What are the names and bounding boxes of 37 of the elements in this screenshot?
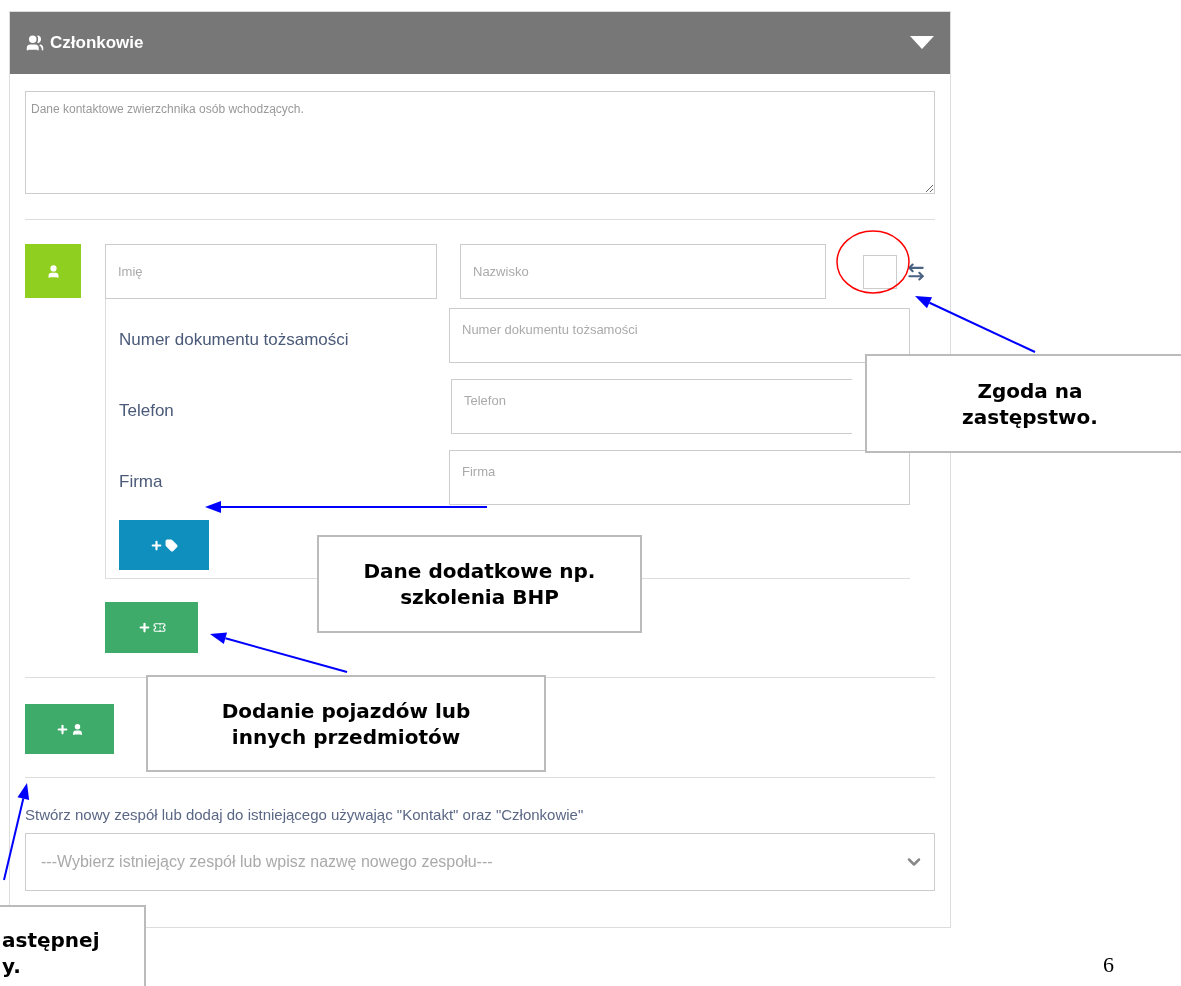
field-label: Telefon — [119, 399, 174, 422]
substitution-checkbox[interactable] — [863, 254, 897, 289]
ticket-icon — [152, 621, 166, 634]
callout-text: Dane dodatkowe np. — [363, 558, 596, 584]
tag-icon — [165, 538, 178, 552]
callout-text: zastępstwo. — [962, 403, 1098, 430]
text-field[interactable]: Telefon — [451, 379, 852, 434]
plus-icon — [137, 621, 151, 634]
panel-title: Członkowie — [50, 32, 144, 55]
text-field[interactable]: Numer dokumentu tożsamości — [449, 308, 910, 363]
users-icon — [26, 34, 44, 52]
callout-text: innych przedmiotów — [231, 723, 461, 750]
callout-text: szkolenia BHP — [400, 584, 559, 610]
callout-text: astępnej — [2, 926, 100, 953]
panel-header[interactable]: Członkowie — [10, 12, 950, 74]
callout-text: Zgoda na — [977, 377, 1083, 404]
person-icon — [45, 263, 61, 279]
dropdown-triangle-icon — [910, 36, 934, 50]
team-label: Stwórz nowy zespół lub dodaj do istniejącego używając "Kontakt" oraz "Członkowie" — [25, 805, 585, 825]
add-tag-button[interactable] — [119, 520, 209, 570]
page-number: 6 — [1103, 951, 1114, 979]
description-field[interactable]: Dane kontaktowe zwierzchnika osób wchodzących. — [25, 91, 935, 194]
first-name-field[interactable]: Imię — [105, 244, 437, 299]
field-label: Firma — [119, 470, 163, 493]
text-field[interactable]: Firma — [449, 450, 910, 505]
swap-icon — [906, 261, 926, 282]
last-name-field[interactable]: Nazwisko — [460, 244, 826, 299]
plus-icon — [55, 722, 69, 736]
field-label: Numer dokumentu tożsamości — [119, 328, 349, 351]
callout-text: y. — [2, 952, 21, 979]
add-person-button[interactable] — [25, 704, 114, 754]
callout-text: Dodanie pojazdów lub — [221, 697, 471, 724]
plus-icon — [150, 538, 163, 552]
person-icon — [70, 722, 84, 736]
team-select[interactable]: ---Wybierz istniejący zespół lub wpisz nazwę nowego zespołu--- — [25, 832, 935, 891]
add-item-button[interactable] — [105, 602, 198, 653]
select-placeholder: ---Wybierz istniejący zespół lub wpisz nazwę nowego zespołu--- — [41, 851, 493, 872]
